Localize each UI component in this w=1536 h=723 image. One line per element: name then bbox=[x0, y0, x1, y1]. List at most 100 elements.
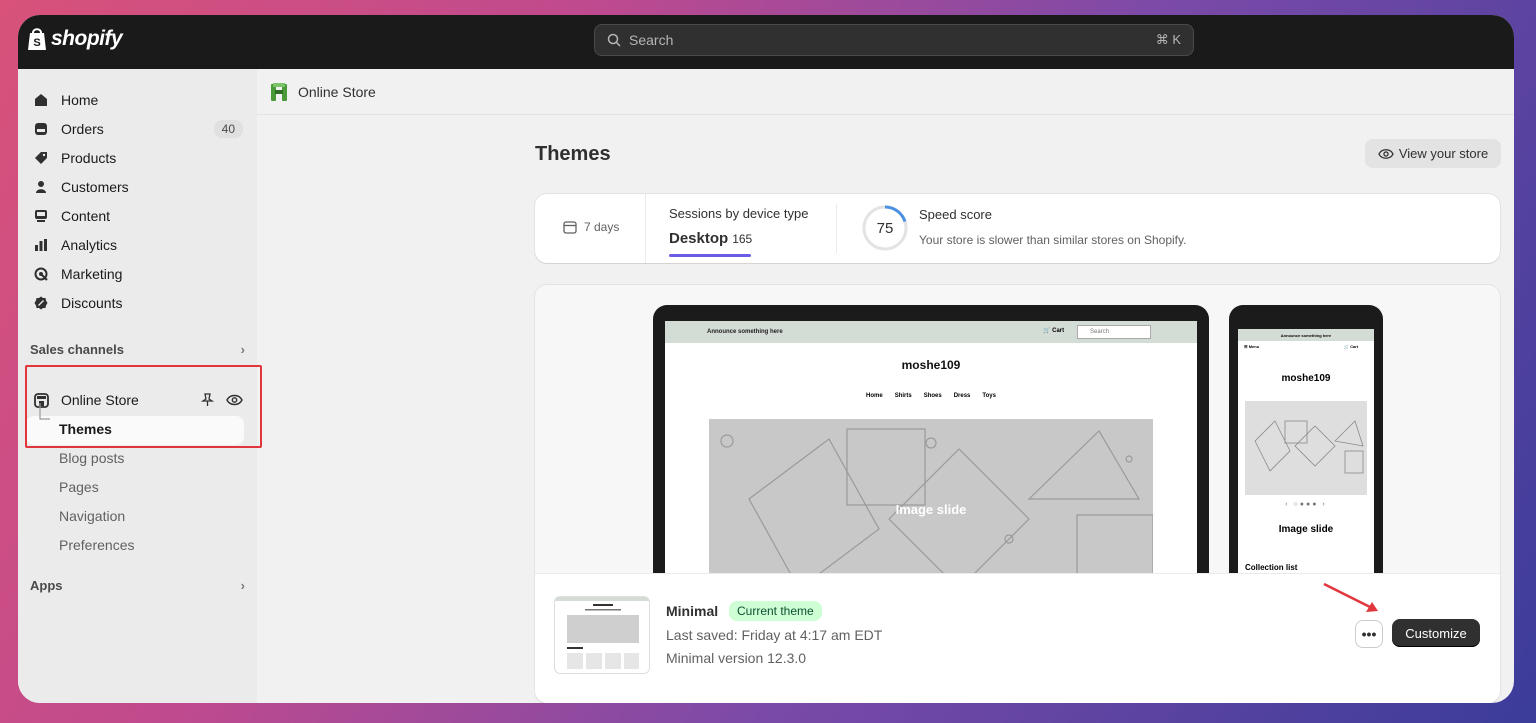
svg-text:S: S bbox=[33, 37, 40, 49]
tag-icon bbox=[33, 150, 49, 166]
top-bar: S shopify Search ⌘ K bbox=[18, 15, 1514, 69]
date-range-button[interactable]: 7 days bbox=[563, 220, 619, 234]
cart-text: Cart bbox=[1052, 328, 1065, 334]
section-title-text: Sales channels bbox=[30, 341, 124, 357]
sidebar-item-label: Content bbox=[61, 208, 111, 224]
sidebar-subitem-pages[interactable]: Pages bbox=[59, 479, 99, 495]
view-store-label: View your store bbox=[1398, 146, 1489, 161]
mobile-preview[interactable]: Announce something here ☰ Menu 🛒 Cart mo… bbox=[1229, 305, 1383, 605]
sidebar-subitem-navigation[interactable]: Navigation bbox=[59, 508, 125, 524]
calendar-icon bbox=[563, 221, 577, 234]
sidebar-item-label: Products bbox=[61, 150, 117, 166]
sessions-label: Sessions by device type bbox=[669, 206, 809, 221]
search-icon bbox=[607, 33, 621, 47]
content-icon bbox=[33, 208, 49, 224]
speed-score-label[interactable]: Speed score bbox=[919, 207, 992, 222]
sidebar-item-home[interactable]: Home bbox=[26, 86, 249, 114]
preview-nav-item: Home bbox=[866, 393, 883, 399]
search-input[interactable]: Search ⌘ K bbox=[594, 24, 1194, 56]
date-range-label: 7 days bbox=[584, 220, 620, 234]
preview-nav-item: Shirts bbox=[894, 393, 912, 399]
apps-header[interactable]: Apps › bbox=[30, 575, 245, 595]
shopify-logo[interactable]: S shopify bbox=[26, 26, 123, 52]
orders-icon bbox=[33, 121, 49, 137]
mobile-cart: 🛒 Cart bbox=[1344, 344, 1359, 349]
sales-channels-header[interactable]: Sales channels › bbox=[30, 339, 245, 359]
sidebar-item-label: Marketing bbox=[61, 266, 123, 282]
divider bbox=[645, 194, 646, 263]
sidebar-item-orders[interactable]: Orders 40 bbox=[26, 115, 249, 143]
sidebar-item-analytics[interactable]: Analytics bbox=[26, 231, 249, 259]
mobile-store-name: moshe109 bbox=[1281, 373, 1331, 384]
desktop-preview[interactable]: Announce something here 🛒 Cart Search mo… bbox=[653, 305, 1209, 605]
home-icon bbox=[33, 92, 49, 108]
theme-thumbnail bbox=[554, 596, 650, 674]
sidebar-item-label: Customers bbox=[61, 179, 129, 195]
sidebar-item-customers[interactable]: Customers bbox=[26, 173, 249, 201]
device-label: Desktop bbox=[669, 230, 729, 247]
sidebar-subitem-preferences[interactable]: Preferences bbox=[59, 537, 134, 553]
mobile-announcement: Announce something here bbox=[1238, 329, 1374, 341]
chevron-right-icon: › bbox=[240, 577, 245, 593]
theme-thumbnail-image bbox=[555, 597, 649, 669]
speed-score-description: Your store is slower than similar stores… bbox=[919, 233, 1187, 247]
search-shortcut: ⌘ K bbox=[1155, 32, 1181, 47]
sidebar-item-marketing[interactable]: Marketing bbox=[26, 260, 249, 288]
mobile-cart-text: Cart bbox=[1350, 344, 1359, 349]
target-icon bbox=[33, 266, 49, 282]
orders-count-badge: 40 bbox=[213, 120, 243, 138]
mobile-carousel-dots: ‹ ○●●● › bbox=[1285, 501, 1327, 508]
sidebar-subitem-blog-posts[interactable]: Blog posts bbox=[59, 450, 124, 466]
highlight-box bbox=[25, 365, 262, 448]
preview-image-slide: Image slide bbox=[709, 419, 1154, 591]
breadcrumb-label[interactable]: Online Store bbox=[298, 84, 376, 100]
mobile-menu-text: Menu bbox=[1248, 344, 1260, 349]
discount-icon bbox=[33, 295, 49, 311]
sidebar: Home Orders 40 Products Customers Conten… bbox=[18, 69, 262, 703]
sidebar-item-label: Analytics bbox=[61, 237, 118, 253]
shopify-bag-icon: S bbox=[28, 28, 46, 50]
speed-score-ring: 75 bbox=[862, 205, 908, 251]
sidebar-item-label: Home bbox=[61, 92, 99, 108]
customize-button[interactable]: Customize bbox=[1392, 619, 1480, 647]
sidebar-item-content[interactable]: Content bbox=[26, 202, 249, 230]
theme-preview-card: Announce something here 🛒 Cart Search mo… bbox=[535, 285, 1500, 703]
chevron-right-icon: › bbox=[240, 341, 245, 357]
sidebar-item-discounts[interactable]: Discounts bbox=[26, 289, 249, 317]
sessions-underline bbox=[669, 254, 751, 257]
eye-icon bbox=[1378, 148, 1394, 159]
theme-name: Minimal bbox=[666, 603, 719, 619]
person-icon bbox=[33, 179, 49, 195]
preview-store-name: moshe109 bbox=[901, 358, 961, 372]
desktop-screen: Announce something here 🛒 Cart Search mo… bbox=[665, 321, 1197, 591]
stats-card: 7 days Sessions by device type Desktop 16… bbox=[535, 194, 1500, 263]
view-store-button[interactable]: View your store bbox=[1365, 139, 1501, 168]
logo-text: shopify bbox=[51, 27, 123, 50]
preview-nav-item: Dress bbox=[953, 393, 971, 399]
slide-label: Image slide bbox=[895, 501, 967, 517]
preview-nav-item: Toys bbox=[982, 393, 996, 399]
preview-nav-item: Shoes bbox=[923, 393, 942, 399]
breadcrumb: Online Store bbox=[257, 69, 1514, 115]
mobile-slide-label: Image slide bbox=[1278, 524, 1334, 535]
page-title: Themes bbox=[535, 143, 611, 165]
mobile-menu: ☰ Menu bbox=[1244, 344, 1260, 349]
bar-chart-icon bbox=[33, 237, 49, 253]
mobile-illustration bbox=[1254, 420, 1364, 474]
current-theme-badge: Current theme bbox=[729, 601, 822, 621]
mobile-image bbox=[1245, 401, 1367, 495]
last-saved-text: Last saved: Friday at 4:17 am EDT bbox=[666, 627, 883, 643]
mobile-screen: Announce something here ☰ Menu 🛒 Cart mo… bbox=[1238, 329, 1374, 605]
online-store-app-icon bbox=[271, 82, 287, 101]
section-title-text: Apps bbox=[30, 577, 63, 593]
divider bbox=[836, 204, 837, 253]
speed-score-value: 75 bbox=[877, 220, 894, 237]
device-value: 165 bbox=[732, 232, 753, 246]
sessions-device[interactable]: Desktop 165 bbox=[669, 230, 752, 247]
theme-version-text: Minimal version 12.3.0 bbox=[666, 650, 807, 666]
mobile-collection-label: Collection list bbox=[1245, 563, 1298, 572]
sidebar-item-products[interactable]: Products bbox=[26, 144, 249, 172]
more-actions-button[interactable]: ••• bbox=[1355, 620, 1383, 648]
sidebar-item-label: Orders bbox=[61, 121, 104, 137]
search-placeholder: Search bbox=[629, 32, 674, 48]
